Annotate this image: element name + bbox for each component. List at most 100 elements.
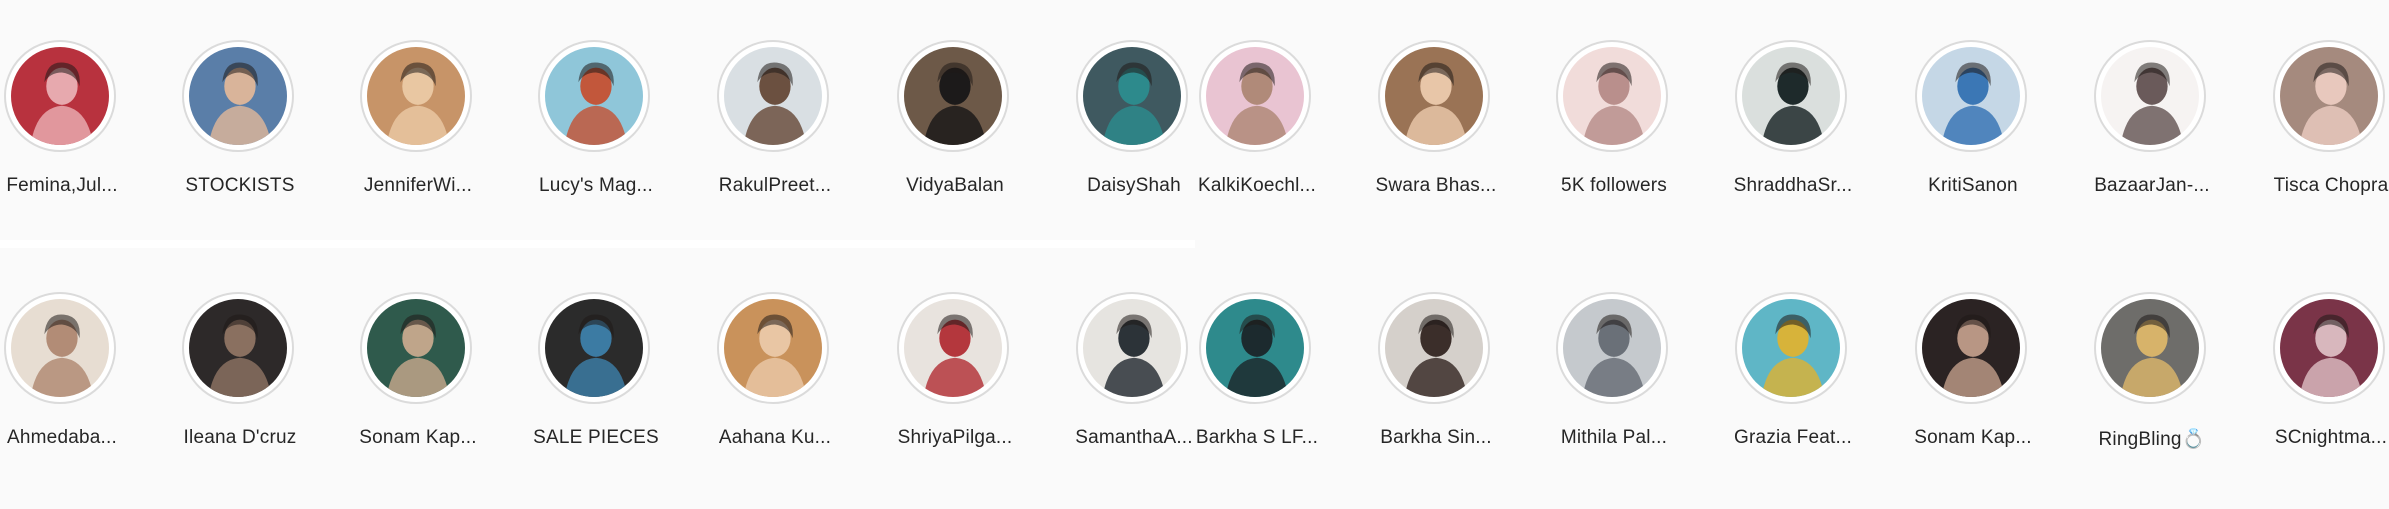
highlight-cover-image[interactable] — [189, 299, 287, 397]
highlight-title[interactable]: Ahmedaba... — [0, 427, 152, 449]
story-highlight[interactable]: VidyaBalan — [865, 0, 1045, 240]
story-highlight[interactable]: Ileana D'cruz — [150, 252, 330, 492]
highlight-cover-image[interactable] — [1922, 299, 2020, 397]
highlight-cover-image[interactable] — [367, 299, 465, 397]
story-highlight[interactable]: Mithila Pal... — [1524, 252, 1704, 492]
highlight-cover-ring[interactable] — [897, 292, 1009, 404]
story-highlight[interactable]: Lucy's Mag... — [506, 0, 686, 240]
highlight-title[interactable]: SCnightma... — [2241, 427, 2389, 449]
highlight-cover-image[interactable] — [1563, 47, 1661, 145]
highlight-title[interactable]: RingBling💍 — [2062, 427, 2242, 451]
story-highlight[interactable]: Femina,Jul... — [0, 0, 152, 240]
story-highlight[interactable]: RakulPreet... — [685, 0, 865, 240]
highlight-cover-image[interactable] — [11, 299, 109, 397]
highlight-cover-ring[interactable] — [1915, 40, 2027, 152]
highlight-cover-image[interactable] — [1563, 299, 1661, 397]
story-highlight[interactable]: Aahana Ku... — [685, 252, 865, 492]
highlight-cover-ring[interactable] — [2273, 40, 2385, 152]
highlight-title[interactable]: VidyaBalan — [865, 175, 1045, 197]
highlight-cover-image[interactable] — [1206, 299, 1304, 397]
highlight-cover-image[interactable] — [545, 47, 643, 145]
highlight-cover-ring[interactable] — [1735, 292, 1847, 404]
highlight-cover-image[interactable] — [1206, 47, 1304, 145]
highlight-cover-image[interactable] — [1385, 47, 1483, 145]
highlight-title[interactable]: Mithila Pal... — [1524, 427, 1704, 449]
highlight-title[interactable]: Tisca Chopra — [2241, 175, 2389, 197]
highlight-cover-image[interactable] — [1922, 47, 2020, 145]
highlight-title[interactable]: Grazia Feat... — [1703, 427, 1883, 449]
story-highlight[interactable]: ShriyaPilga... — [865, 252, 1045, 492]
highlight-cover-image[interactable] — [189, 47, 287, 145]
highlight-cover-ring[interactable] — [897, 40, 1009, 152]
highlight-cover-ring[interactable] — [1735, 40, 1847, 152]
highlight-cover-ring[interactable] — [182, 292, 294, 404]
highlight-cover-ring[interactable] — [360, 292, 472, 404]
highlight-cover-ring[interactable] — [1378, 40, 1490, 152]
highlight-cover-image[interactable] — [724, 47, 822, 145]
highlight-title[interactable]: KritiSanon — [1883, 175, 2063, 197]
highlight-title[interactable]: STOCKISTS — [150, 175, 330, 197]
highlight-title[interactable]: ShraddhaSr... — [1703, 175, 1883, 197]
highlight-cover-ring[interactable] — [1199, 292, 1311, 404]
story-highlight[interactable]: Grazia Feat... — [1703, 252, 1883, 492]
highlight-title[interactable]: Femina,Jul... — [0, 175, 152, 197]
highlight-cover-image[interactable] — [724, 299, 822, 397]
highlight-cover-image[interactable] — [1742, 47, 1840, 145]
story-highlight[interactable]: 5K followers — [1524, 0, 1704, 240]
highlight-title[interactable]: 5K followers — [1524, 175, 1704, 197]
story-highlight[interactable]: SCnightma... — [2241, 252, 2389, 492]
highlight-cover-ring[interactable] — [1556, 292, 1668, 404]
highlight-title[interactable]: JenniferWi... — [328, 175, 508, 197]
highlight-title[interactable]: Lucy's Mag... — [506, 175, 686, 197]
highlight-cover-image[interactable] — [2101, 47, 2199, 145]
highlight-cover-ring[interactable] — [538, 292, 650, 404]
highlight-title[interactable]: Barkha S LF... — [1167, 427, 1347, 449]
highlight-cover-ring[interactable] — [182, 40, 294, 152]
highlight-cover-image[interactable] — [2280, 47, 2378, 145]
highlight-cover-image[interactable] — [2101, 299, 2199, 397]
story-highlight[interactable]: ShraddhaSr... — [1703, 0, 1883, 240]
story-highlight[interactable]: Ahmedaba... — [0, 252, 152, 492]
highlight-cover-image[interactable] — [545, 299, 643, 397]
highlight-cover-ring[interactable] — [1199, 40, 1311, 152]
highlight-title[interactable]: Barkha Sin... — [1346, 427, 1526, 449]
highlight-title[interactable]: Swara Bhas... — [1346, 175, 1526, 197]
highlight-cover-ring[interactable] — [2273, 292, 2385, 404]
highlight-cover-image[interactable] — [1385, 299, 1483, 397]
highlight-title[interactable]: Ileana D'cruz — [150, 427, 330, 449]
story-highlight[interactable]: RingBling💍 — [2062, 252, 2242, 492]
highlight-cover-ring[interactable] — [538, 40, 650, 152]
highlight-cover-ring[interactable] — [1378, 292, 1490, 404]
story-highlight[interactable]: SALE PIECES — [506, 252, 686, 492]
story-highlight[interactable]: Barkha S LF... — [1167, 252, 1347, 492]
highlight-cover-ring[interactable] — [360, 40, 472, 152]
highlight-title[interactable]: KalkiKoechl... — [1167, 175, 1347, 197]
highlight-cover-image[interactable] — [2280, 299, 2378, 397]
highlight-cover-image[interactable] — [1742, 299, 1840, 397]
story-highlight[interactable]: Tisca Chopra — [2241, 0, 2389, 240]
highlight-cover-ring[interactable] — [4, 40, 116, 152]
highlight-cover-image[interactable] — [367, 47, 465, 145]
highlight-cover-ring[interactable] — [1556, 40, 1668, 152]
story-highlight[interactable]: KritiSanon — [1883, 0, 2063, 240]
highlight-title[interactable]: Sonam Kap... — [1883, 427, 2063, 449]
highlight-cover-ring[interactable] — [4, 292, 116, 404]
highlight-title[interactable]: Aahana Ku... — [685, 427, 865, 449]
highlight-title[interactable]: BazaarJan-... — [2062, 175, 2242, 197]
story-highlight[interactable]: Sonam Kap... — [1883, 252, 2063, 492]
highlight-cover-image[interactable] — [904, 47, 1002, 145]
highlight-cover-ring[interactable] — [2094, 40, 2206, 152]
highlight-cover-ring[interactable] — [1915, 292, 2027, 404]
story-highlight[interactable]: JenniferWi... — [328, 0, 508, 240]
highlight-title[interactable]: Sonam Kap... — [328, 427, 508, 449]
highlight-title[interactable]: ShriyaPilga... — [865, 427, 1045, 449]
highlight-cover-ring[interactable] — [717, 40, 829, 152]
story-highlight[interactable]: STOCKISTS — [150, 0, 330, 240]
story-highlight[interactable]: Barkha Sin... — [1346, 252, 1526, 492]
highlight-cover-ring[interactable] — [2094, 292, 2206, 404]
story-highlight[interactable]: KalkiKoechl... — [1167, 0, 1347, 240]
story-highlight[interactable]: Swara Bhas... — [1346, 0, 1526, 240]
story-highlight[interactable]: BazaarJan-... — [2062, 0, 2242, 240]
highlight-cover-image[interactable] — [11, 47, 109, 145]
highlight-cover-ring[interactable] — [717, 292, 829, 404]
